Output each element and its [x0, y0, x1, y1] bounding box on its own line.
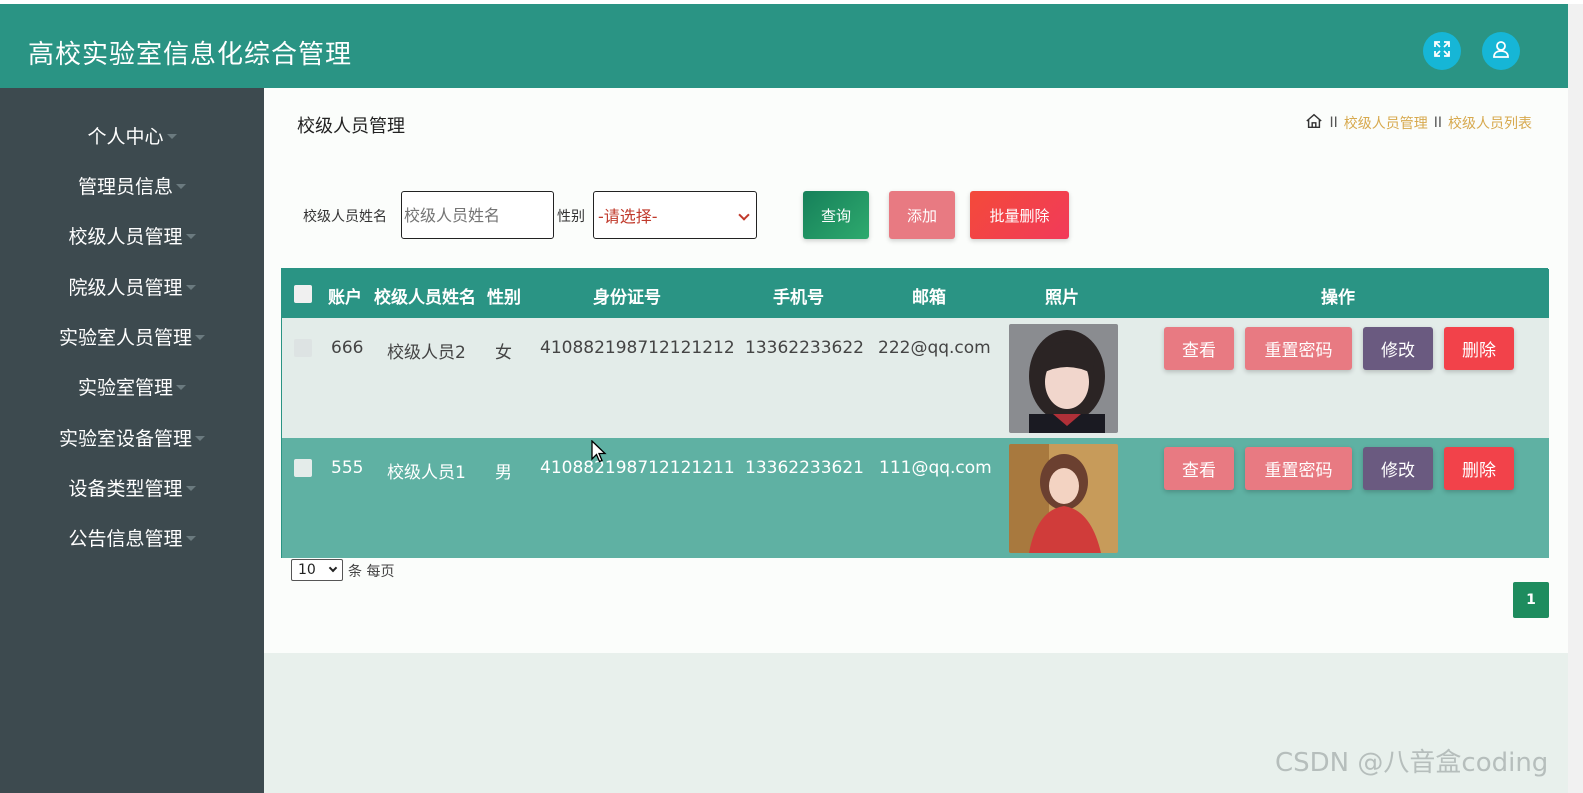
batch-delete-button[interactable]: 批量删除: [970, 191, 1069, 239]
gender-select[interactable]: -请选择-: [593, 191, 757, 239]
staff-photo: [1009, 324, 1118, 433]
cell-email: 222@qq.com: [878, 338, 991, 358]
sidebar-item-label: 个人中心: [87, 125, 164, 148]
sidebar-item-label: 校级人员管理: [68, 225, 183, 248]
caret-down-icon: [176, 384, 186, 390]
cell-account: 666: [331, 338, 364, 358]
caret-down-icon: [185, 233, 196, 239]
sidebar-item-lab-staff[interactable]: 实验室人员管理: [0, 316, 264, 356]
watermark: CSDN @八音盒coding: [1275, 748, 1549, 778]
breadcrumb-separator: II: [1433, 115, 1442, 131]
gender-select-value: -请选择-: [598, 207, 658, 226]
breadcrumb-level1[interactable]: 校级人员管理: [1344, 113, 1428, 133]
sidebar-item-admin-info[interactable]: 管理员信息: [0, 165, 264, 205]
user-menu-button[interactable]: [1482, 32, 1520, 70]
user-icon: [1491, 39, 1511, 63]
query-button[interactable]: 查询: [803, 191, 869, 239]
edit-button[interactable]: 修改: [1363, 447, 1433, 490]
chevron-down-icon: [738, 209, 750, 221]
cell-name: 校级人员2: [387, 343, 466, 363]
cell-gender: 女: [495, 343, 512, 363]
col-phone: 手机号: [773, 288, 824, 308]
cell-id-number: 410882198712121211: [540, 458, 735, 478]
breadcrumb-separator: II: [1329, 115, 1338, 131]
sidebar-item-lab-equipment[interactable]: 实验室设备管理: [0, 417, 264, 457]
staff-photo: [1009, 444, 1118, 553]
delete-button[interactable]: 删除: [1444, 447, 1514, 490]
caret-down-icon: [166, 133, 177, 139]
sidebar-item-college-staff[interactable]: 院级人员管理: [0, 266, 264, 306]
view-button[interactable]: 查看: [1164, 447, 1234, 490]
sidebar-item-school-staff[interactable]: 校级人员管理: [0, 215, 264, 255]
cell-name: 校级人员1: [387, 463, 466, 483]
table-header: 账户 校级人员姓名 性别 身份证号 手机号 邮箱 照片 操作: [282, 269, 1549, 318]
cell-gender: 男: [495, 463, 512, 483]
gender-label: 性别: [557, 209, 585, 225]
sidebar-item-label: 公告信息管理: [68, 527, 183, 550]
reset-password-button[interactable]: 重置密码: [1245, 327, 1352, 370]
cell-account: 555: [331, 458, 364, 478]
top-header: 高校实验室信息化综合管理: [0, 4, 1568, 88]
breadcrumb-level2[interactable]: 校级人员列表: [1448, 113, 1532, 133]
col-gender: 性别: [487, 288, 521, 308]
table-row: 666 校级人员2 女 410882198712121212 133622336…: [282, 318, 1549, 438]
sidebar-item-label: 设备类型管理: [68, 477, 183, 500]
home-icon[interactable]: [1305, 112, 1323, 134]
mouse-cursor-icon: [591, 439, 607, 468]
app-title: 高校实验室信息化综合管理: [28, 40, 353, 70]
caret-down-icon: [185, 284, 196, 290]
name-search-label: 校级人员姓名: [303, 209, 387, 225]
caret-down-icon: [176, 183, 186, 189]
reset-password-button[interactable]: 重置密码: [1245, 447, 1352, 490]
cell-email: 111@qq.com: [879, 458, 992, 478]
col-actions: 操作: [1321, 288, 1355, 308]
sidebar-item-personal-center[interactable]: 个人中心: [0, 115, 264, 155]
fullscreen-button[interactable]: [1423, 32, 1461, 70]
add-button[interactable]: 添加: [889, 191, 955, 239]
col-email: 邮箱: [912, 288, 946, 308]
caret-down-icon: [185, 535, 196, 541]
select-all-checkbox[interactable]: [294, 285, 312, 303]
table-row: 555 校级人员1 男 410882198712121211 133622336…: [282, 438, 1549, 558]
page-size-value: 10: [298, 562, 316, 578]
cell-id-number: 410882198712121212: [540, 338, 735, 358]
caret-down-icon: [195, 435, 205, 441]
col-name: 校级人员姓名: [374, 288, 476, 308]
sidebar-item-label: 实验室设备管理: [58, 427, 192, 450]
sidebar-item-lab[interactable]: 实验室管理: [0, 366, 264, 406]
sidebar-item-announcement[interactable]: 公告信息管理: [0, 517, 264, 557]
row-checkbox[interactable]: [294, 459, 312, 477]
sidebar-item-equipment-type[interactable]: 设备类型管理: [0, 467, 264, 507]
expand-icon: [1432, 39, 1452, 63]
sidebar: 个人中心 管理员信息 校级人员管理 院级人员管理 实验室人员管理 实验室管理 实…: [0, 88, 264, 793]
col-photo: 照片: [1045, 288, 1079, 308]
sidebar-item-label: 实验室管理: [77, 376, 173, 399]
scrollbar[interactable]: [1568, 4, 1583, 793]
page-title: 校级人员管理: [297, 116, 405, 137]
cell-phone: 13362233622: [745, 338, 864, 358]
page-size-suffix: 条 每页: [348, 564, 395, 580]
sidebar-item-label: 实验室人员管理: [58, 326, 192, 349]
breadcrumb: II 校级人员管理 II 校级人员列表: [1305, 112, 1532, 134]
row-checkbox[interactable]: [294, 339, 312, 357]
col-id-number: 身份证号: [593, 288, 661, 308]
delete-button[interactable]: 删除: [1444, 327, 1514, 370]
caret-down-icon: [185, 485, 196, 491]
cell-phone: 13362233621: [745, 458, 864, 478]
page-number-button[interactable]: 1: [1513, 582, 1549, 618]
staff-table: 账户 校级人员姓名 性别 身份证号 手机号 邮箱 照片 操作 666 校级人员2…: [281, 268, 1549, 558]
view-button[interactable]: 查看: [1164, 327, 1234, 370]
col-account: 账户: [328, 288, 362, 308]
page-size-select[interactable]: 10: [291, 559, 343, 581]
edit-button[interactable]: 修改: [1363, 327, 1433, 370]
sidebar-item-label: 管理员信息: [77, 175, 173, 198]
name-search-input[interactable]: [401, 191, 554, 239]
sidebar-item-label: 院级人员管理: [68, 276, 183, 299]
chevron-down-icon: [328, 563, 338, 573]
caret-down-icon: [195, 334, 205, 340]
